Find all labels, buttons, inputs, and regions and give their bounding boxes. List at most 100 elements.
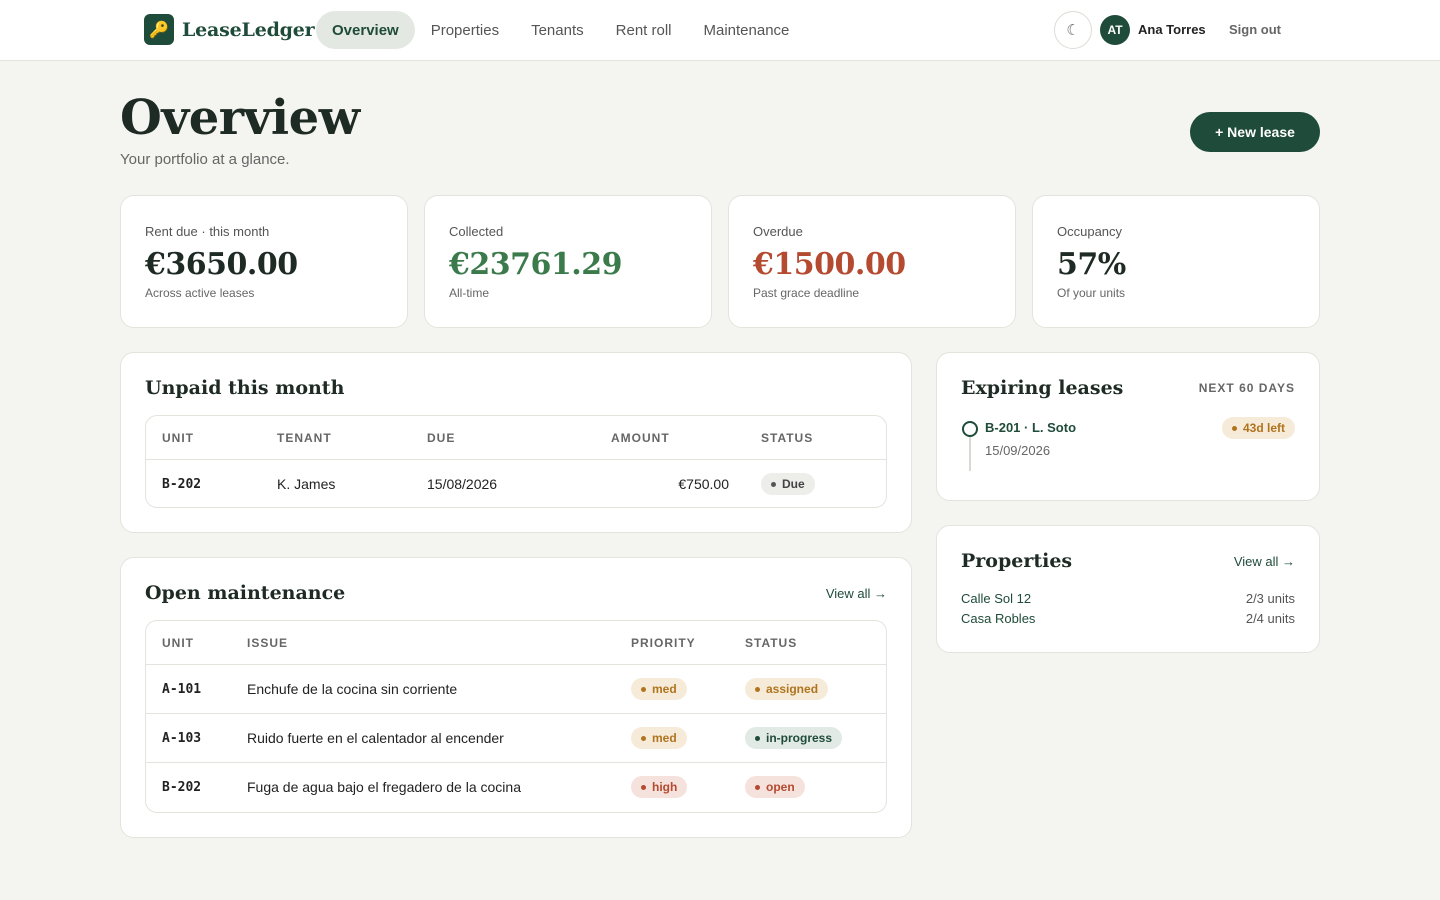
stat-card-rent-due: Rent due · this month €3650.00 Across ac…	[120, 195, 408, 328]
column-header-unit: UNIT	[162, 635, 194, 650]
expiring-lease-date: 15/09/2026	[985, 443, 1051, 458]
table-header: UNIT TENANT DUE AMOUNT STATUS	[146, 416, 886, 459]
property-link[interactable]: Casa Robles	[961, 611, 1035, 626]
timeline-dot-icon	[962, 421, 978, 437]
property-units: 2/3 units	[1245, 591, 1295, 606]
theme-toggle-button[interactable]: ☾	[1054, 11, 1092, 49]
status-label: in-progress	[766, 731, 833, 745]
main-nav: Overview Properties Tenants Rent roll Ma…	[316, 11, 805, 49]
column-header-tenant: TENANT	[277, 430, 332, 445]
table-row[interactable]: A-103 Ruido fuerte en el calentador al e…	[146, 713, 886, 762]
issue-cell: Ruido fuerte en el calentador al encende…	[247, 730, 504, 746]
timeline-line	[969, 437, 971, 471]
priority-badge: med	[631, 727, 687, 749]
view-all-maintenance-link[interactable]: View all →	[826, 586, 887, 601]
column-header-due: DUE	[427, 430, 456, 445]
column-header-amount: AMOUNT	[611, 430, 670, 445]
column-header-status: STATUS	[745, 635, 798, 650]
nav-item-rent-roll[interactable]: Rent roll	[600, 11, 688, 49]
status-badge: Due	[761, 473, 815, 495]
stat-value: €23761.29	[449, 247, 622, 282]
issue-cell: Fuga de agua bajo el fregadero de la coc…	[247, 779, 521, 795]
view-all-properties-link[interactable]: View all →	[1234, 554, 1295, 569]
status-cell: open	[745, 763, 805, 811]
unit-cell: B-202	[162, 476, 202, 492]
priority-label: high	[652, 780, 678, 794]
unit-cell: A-103	[162, 730, 202, 746]
status-badge: assigned	[745, 678, 829, 700]
days-left-badge: 43d left	[1221, 417, 1295, 439]
new-lease-button[interactable]: + New lease	[1190, 112, 1320, 152]
unpaid-table: UNIT TENANT DUE AMOUNT STATUS B-202 K. J…	[145, 415, 887, 508]
moon-icon: ☾	[1066, 22, 1080, 39]
nav-item-properties[interactable]: Properties	[415, 11, 515, 49]
page-title: Overview	[120, 90, 360, 146]
property-link[interactable]: Calle Sol 12	[961, 591, 1031, 606]
table-row[interactable]: B-202 K. James 15/08/2026 €750.00 Due	[146, 459, 886, 507]
priority-badge: high	[631, 776, 688, 798]
stat-label: Rent due · this month	[145, 224, 270, 239]
tenant-cell: K. James	[277, 476, 336, 492]
status-cell: Due	[761, 460, 815, 507]
avatar[interactable]: AT	[1100, 15, 1130, 45]
column-header-unit: UNIT	[162, 430, 194, 445]
unit-cell: B-202	[162, 779, 202, 795]
column-header-issue: ISSUE	[247, 635, 289, 650]
stat-note: Of your units	[1057, 286, 1126, 300]
column-header-status: STATUS	[761, 430, 814, 445]
stat-card-collected: Collected €23761.29 All-time	[424, 195, 712, 328]
maintenance-card: Open maintenance View all → UNIT ISSUE P…	[120, 557, 912, 838]
top-bar: 🔑 LeaseLedger Overview Properties Tenant…	[0, 0, 1440, 61]
expiring-range-label: NEXT 60 DAYS	[1198, 381, 1295, 395]
page-subtitle: Your portfolio at a glance.	[120, 151, 290, 168]
stat-label: Occupancy	[1057, 224, 1123, 239]
nav-item-maintenance[interactable]: Maintenance	[688, 11, 806, 49]
key-icon: 🔑	[144, 14, 174, 45]
stat-note: All-time	[449, 286, 490, 300]
brand-name: LeaseLedger	[182, 18, 315, 41]
unpaid-card: Unpaid this month UNIT TENANT DUE AMOUNT…	[120, 352, 912, 533]
properties-card: Properties View all → Calle Sol 12 2/3 u…	[936, 525, 1320, 653]
status-label: assigned	[766, 682, 819, 696]
priority-cell: med	[631, 665, 687, 713]
stat-note: Across active leases	[145, 286, 255, 300]
nav-item-overview[interactable]: Overview	[316, 11, 415, 49]
section-title: Open maintenance	[145, 582, 346, 604]
stat-note: Past grace deadline	[753, 286, 860, 300]
table-header: UNIT ISSUE PRIORITY STATUS	[146, 621, 886, 664]
status-label: open	[766, 780, 795, 794]
nav-item-tenants[interactable]: Tenants	[515, 11, 600, 49]
sign-out-button[interactable]: Sign out	[1229, 22, 1281, 37]
days-left-label: 43d left	[1242, 421, 1285, 435]
stat-value: €1500.00	[753, 247, 906, 282]
section-title: Unpaid this month	[145, 377, 345, 399]
status-badge: open	[745, 776, 805, 798]
table-row[interactable]: B-202 Fuga de agua bajo el fregadero de …	[146, 762, 886, 811]
stat-value: €3650.00	[145, 247, 298, 282]
issue-cell: Enchufe de la cocina sin corriente	[247, 681, 458, 697]
property-units: 2/4 units	[1245, 611, 1295, 626]
stat-value: 57%	[1057, 247, 1126, 282]
stat-card-overdue: Overdue €1500.00 Past grace deadline	[728, 195, 1016, 328]
section-title: Expiring leases	[961, 377, 1124, 399]
stat-label: Overdue	[753, 224, 803, 239]
status-badge: in-progress	[745, 727, 843, 749]
expiring-lease-label[interactable]: B-201 · L. Soto	[985, 420, 1076, 435]
expiring-leases-card: Expiring leases NEXT 60 DAYS B-201 · L. …	[936, 352, 1320, 501]
table-row[interactable]: A-101 Enchufe de la cocina sin corriente…	[146, 664, 886, 713]
amount-cell: €750.00	[678, 476, 729, 492]
status-label: Due	[782, 477, 805, 491]
priority-badge: med	[631, 678, 687, 700]
stat-label: Collected	[449, 224, 504, 239]
brand[interactable]: 🔑 LeaseLedger	[144, 14, 315, 45]
priority-cell: med	[631, 714, 687, 762]
user-name: Ana Torres	[1138, 22, 1206, 37]
status-cell: assigned	[745, 665, 829, 713]
priority-cell: high	[631, 763, 688, 811]
maintenance-table: UNIT ISSUE PRIORITY STATUS A-101 Enchufe…	[145, 620, 887, 813]
status-cell: in-progress	[745, 714, 843, 762]
section-title: Properties	[961, 550, 1073, 572]
priority-label: med	[652, 731, 677, 745]
stat-card-occupancy: Occupancy 57% Of your units	[1032, 195, 1320, 328]
priority-label: med	[652, 682, 677, 696]
